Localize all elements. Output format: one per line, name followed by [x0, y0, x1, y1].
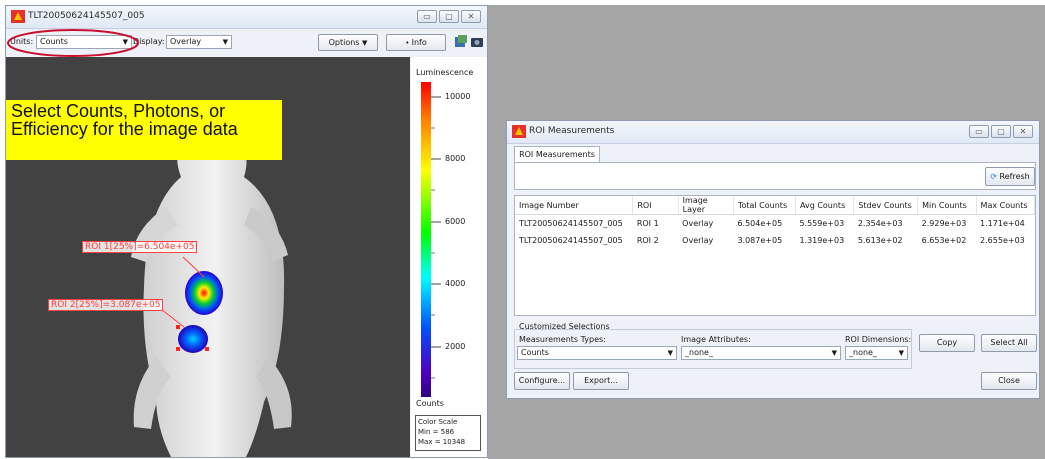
minimize-button[interactable]: ▭: [969, 125, 989, 138]
colorbar-panel: Luminescence 10000 8000 6000 4000 2000 C…: [411, 57, 487, 457]
colorbar-tick-label: 2000: [445, 342, 466, 351]
image-attributes-label: Image Attributes:: [681, 335, 751, 344]
configure-button[interactable]: Configure...: [514, 372, 570, 390]
image-attributes-value: _none_: [685, 348, 713, 357]
select-all-button[interactable]: Select All: [981, 334, 1037, 352]
table-cell: 2.354e+03: [857, 219, 903, 228]
copy-button[interactable]: Copy: [919, 334, 975, 352]
table-cell: 2.655e+03: [980, 236, 1025, 245]
refresh-icon: ⟳: [990, 172, 1000, 181]
display-select-value: Overlay: [170, 37, 202, 46]
app-logo-icon: [11, 10, 25, 23]
table-cell: ROI 1: [636, 219, 659, 228]
table-cell: 1.319e+03: [799, 236, 845, 245]
table-cell: 3.087e+05: [737, 236, 783, 245]
refresh-button[interactable]: ⟳ Refresh: [985, 167, 1035, 186]
roi2-label[interactable]: ROI 2[25%]=3.087e+05: [48, 299, 164, 311]
column-header[interactable]: Min Counts: [917, 196, 977, 215]
colorbar-tick-label: 4000: [445, 279, 466, 288]
measurements-types-label: Measurements Types:: [519, 335, 606, 344]
table-cell: ROI 2: [636, 236, 659, 245]
table-cell: 6.504e+05: [737, 219, 783, 228]
export-image-icon[interactable]: [454, 34, 468, 50]
chevron-down-icon: ▼: [667, 349, 673, 357]
table-cell: TLT20050624145507_005: [519, 236, 623, 245]
refresh-button-label: Refresh: [999, 172, 1030, 181]
column-header[interactable]: Stdev Counts: [853, 196, 919, 215]
roi1-label[interactable]: ROI 1[25%]=6.504e+05: [82, 241, 198, 253]
table-cell: Overlay: [682, 236, 714, 245]
info-button-label: Info: [411, 38, 427, 47]
table-cell: 2.929e+03: [921, 219, 967, 228]
roi-window-titlebar[interactable]: ROI Measurements ▭ ▢ ✕: [507, 121, 1039, 144]
table-header-row: Image Number ROI Image Layer Total Count…: [515, 196, 1035, 215]
maximize-button[interactable]: ▢: [439, 10, 459, 23]
measurements-types-select[interactable]: Counts ▼: [517, 346, 677, 360]
color-scale-min: Min = 586: [418, 428, 455, 436]
measurements-table: Image Number ROI Image Layer Total Count…: [515, 196, 1035, 249]
colorbar-tick-label: 8000: [445, 154, 466, 163]
callout-text: Select Counts, Photons, or Efficiency fo…: [11, 101, 238, 139]
chevron-down-icon: ▼: [898, 349, 904, 357]
table-cell: 5.559e+03: [799, 219, 845, 228]
chevron-down-icon: ▼: [831, 349, 837, 357]
colorbar-gradient: [421, 82, 431, 397]
colorbar-title: Luminescence: [416, 68, 474, 77]
column-header[interactable]: ROI: [632, 196, 679, 215]
image-window-titlebar[interactable]: TLT20050624145507_005 ▭ ▢ ✕: [6, 6, 487, 29]
screen: { "image_window": { "title": "TLT2005062…: [0, 0, 1045, 459]
column-header[interactable]: Image Number: [515, 196, 634, 215]
table-cell: 6.653e+02: [921, 236, 967, 245]
close-button[interactable]: Close: [981, 372, 1037, 390]
measurements-table-container: Image Number ROI Image Layer Total Count…: [514, 195, 1036, 316]
display-select[interactable]: Overlay ▼: [166, 35, 232, 49]
image-window: TLT20050624145507_005 ▭ ▢ ✕ Units: Count…: [5, 5, 488, 458]
roi-window: ROI Measurements ▭ ▢ ✕ ROI Measurements …: [506, 120, 1040, 399]
image-canvas[interactable]: ROI 1[25%]=6.504e+05 ROI 2[25%]=3.087e+0…: [6, 57, 410, 457]
image-attributes-select[interactable]: _none_ ▼: [681, 346, 841, 360]
color-scale-max: Max = 10348: [418, 438, 466, 446]
roi-dimensions-value: _none_: [849, 348, 877, 357]
callout-box: Select Counts, Photons, or Efficiency fo…: [6, 100, 282, 160]
color-scale-title: Color Scale: [418, 418, 458, 426]
tab-roi-measurements[interactable]: ROI Measurements: [514, 146, 600, 163]
roi-window-title: ROI Measurements: [529, 126, 615, 136]
chevron-down-icon: ▼: [362, 39, 368, 47]
camera-icon[interactable]: [470, 35, 484, 49]
column-header[interactable]: Avg Counts: [795, 196, 855, 215]
close-window-button[interactable]: ✕: [461, 10, 481, 23]
table-cell: 1.171e+04: [980, 219, 1025, 228]
table-row[interactable]: TLT20050624145507_005 ROI 1 Overlay 6.50…: [515, 215, 1035, 233]
colorbar-ticks: [431, 96, 441, 379]
app-logo-icon: [512, 125, 526, 138]
table-row[interactable]: TLT20050624145507_005 ROI 2 Overlay 3.08…: [515, 232, 1035, 249]
chevron-down-icon: ▼: [222, 38, 228, 46]
export-button[interactable]: Export...: [573, 372, 629, 390]
measurements-types-value: Counts: [521, 348, 549, 357]
table-cell: Overlay: [682, 219, 714, 228]
options-button-label: Options: [328, 38, 360, 47]
roi-dimensions-label: ROI Dimensions:: [845, 335, 912, 344]
options-button[interactable]: Options ▼: [318, 34, 378, 51]
column-header[interactable]: Max Counts: [976, 196, 1035, 215]
table-cell: TLT20050624145507_005: [519, 219, 623, 228]
colorbar-units: Counts: [416, 399, 444, 408]
annotation-ellipse: [7, 29, 139, 57]
colorbar-tick-label: 6000: [445, 217, 466, 226]
maximize-button[interactable]: ▢: [991, 125, 1011, 138]
column-header[interactable]: Total Counts: [733, 196, 796, 215]
minimize-button[interactable]: ▭: [417, 10, 437, 23]
column-header[interactable]: Image Layer: [678, 196, 734, 215]
color-scale-box: Color Scale Min = 586 Max = 10348: [415, 415, 481, 451]
info-button[interactable]: • Info: [386, 34, 446, 51]
roi-dimensions-select[interactable]: _none_ ▼: [845, 346, 908, 360]
table-cell: 5.613e+02: [857, 236, 903, 245]
colorbar-tick-label: 10000: [445, 92, 471, 101]
tab-panel: [514, 162, 1036, 190]
close-window-button[interactable]: ✕: [1013, 125, 1033, 138]
image-window-title: TLT20050624145507_005: [28, 11, 145, 21]
